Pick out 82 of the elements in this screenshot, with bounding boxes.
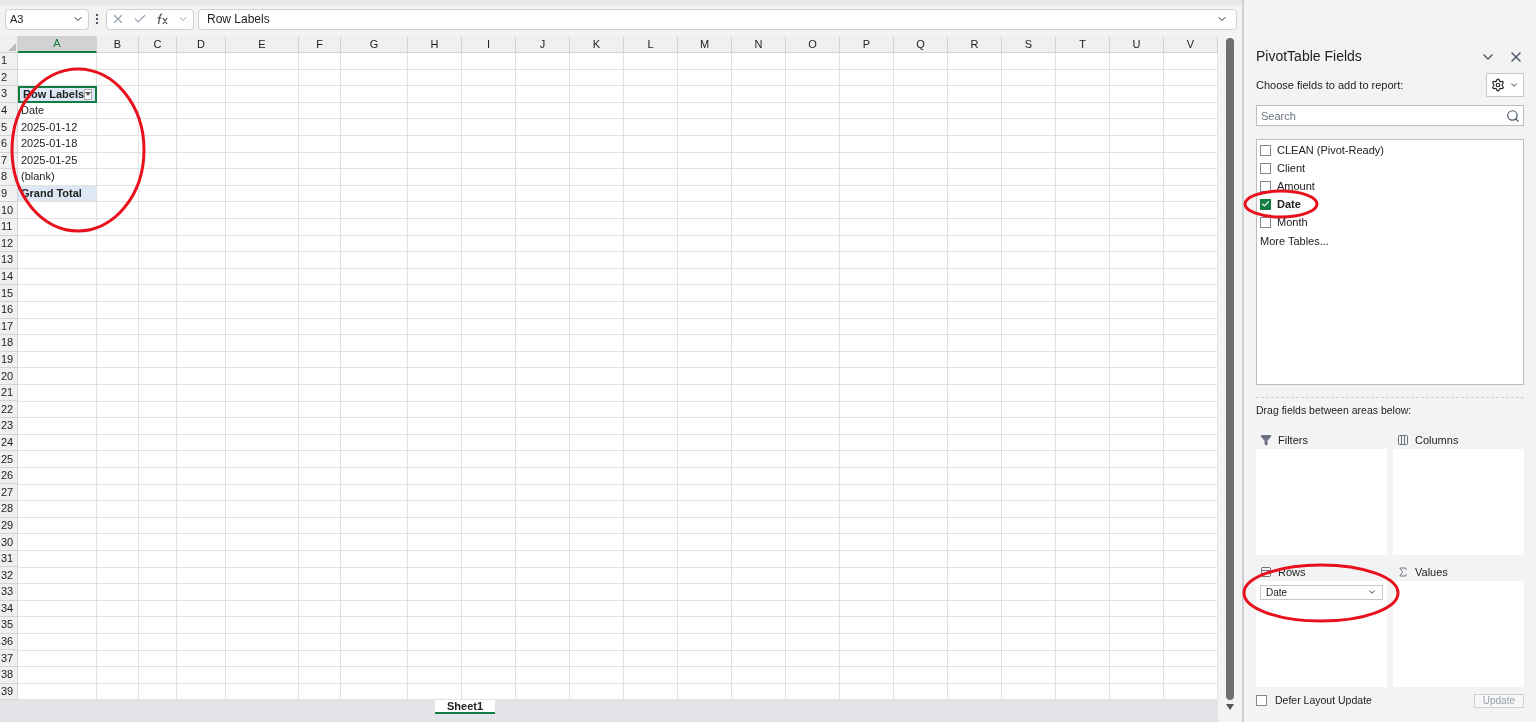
column-header[interactable]: D xyxy=(177,36,226,53)
row-header[interactable]: 18 xyxy=(0,335,18,352)
rows-icon xyxy=(1260,565,1272,578)
column-header[interactable]: A xyxy=(18,36,97,53)
sheet-tab[interactable]: Sheet1 xyxy=(435,700,496,715)
pane-title: PivotTable Fields xyxy=(1256,47,1362,66)
area-label: Columns xyxy=(1415,432,1459,448)
column-header[interactable]: B xyxy=(97,36,139,53)
field-label: Amount xyxy=(1277,178,1315,194)
pane-subtitle: Choose fields to add to report: xyxy=(1256,77,1404,93)
row-header[interactable]: 23 xyxy=(0,418,18,435)
defer-checkbox[interactable] xyxy=(1256,695,1267,707)
row-header[interactable]: 37 xyxy=(0,650,18,667)
filter-dropdown-button[interactable] xyxy=(84,89,93,100)
column-header[interactable]: U xyxy=(1110,36,1164,53)
field-label: CLEAN (Pivot-Ready) xyxy=(1277,142,1384,158)
column-header[interactable]: O xyxy=(786,36,840,53)
formula-field[interactable]: Row Labels xyxy=(198,8,1237,30)
field-checkbox[interactable] xyxy=(1260,180,1271,192)
column-header[interactable]: J xyxy=(516,36,570,53)
field-label: Month xyxy=(1277,214,1308,230)
column-header[interactable]: E xyxy=(226,36,299,53)
column-header[interactable]: C xyxy=(139,36,177,53)
vertical-scrollbar[interactable] xyxy=(1226,38,1234,700)
column-header[interactable]: H xyxy=(408,36,462,53)
column-header[interactable]: P xyxy=(840,36,894,53)
scroll-down-icon[interactable] xyxy=(1226,704,1234,710)
more-icon xyxy=(96,14,99,24)
row-header[interactable]: 35 xyxy=(0,617,18,634)
settings-icon xyxy=(1491,78,1505,92)
chevron-down-icon xyxy=(1509,80,1519,90)
field-checkbox[interactable] xyxy=(1260,162,1271,174)
drop-area[interactable]: Date xyxy=(1256,580,1387,687)
area-label: Filters xyxy=(1278,432,1308,448)
row-header[interactable]: 3 xyxy=(0,86,18,103)
row-header[interactable]: 32 xyxy=(0,567,18,584)
field-checkbox[interactable] xyxy=(1260,216,1271,228)
column-header[interactable]: L xyxy=(624,36,678,53)
column-header[interactable]: I xyxy=(462,36,516,53)
search-field[interactable]: Search xyxy=(1256,105,1524,126)
row-header[interactable]: 28 xyxy=(0,501,18,518)
more-tables-link[interactable]: More Tables... xyxy=(1260,233,1329,250)
column-header[interactable]: S xyxy=(1002,36,1056,53)
column-header[interactable]: M xyxy=(678,36,732,53)
field-checkbox[interactable] xyxy=(1260,198,1271,210)
cell-reference: A3 xyxy=(10,11,24,27)
columns-icon xyxy=(1397,433,1409,446)
corner-triangle-icon xyxy=(8,43,16,51)
name-box[interactable]: A3 xyxy=(5,8,89,30)
column-header[interactable]: R xyxy=(948,36,1002,53)
field-label: Date xyxy=(1277,196,1301,212)
function-icon[interactable] xyxy=(155,13,169,25)
field-label: Client xyxy=(1277,160,1306,176)
row-header[interactable]: 25 xyxy=(0,451,18,468)
column-header[interactable]: N xyxy=(732,36,786,53)
row-header[interactable]: 30 xyxy=(0,534,18,551)
area-field-button[interactable]: Date xyxy=(1260,584,1383,600)
row-header[interactable]: 20 xyxy=(0,368,18,385)
settings-button[interactable] xyxy=(1486,73,1524,97)
field-checkbox[interactable] xyxy=(1260,144,1271,156)
row-header[interactable]: 33 xyxy=(0,584,18,601)
row-header[interactable]: 27 xyxy=(0,484,18,502)
cancel-icon[interactable] xyxy=(111,12,125,26)
column-header[interactable]: V xyxy=(1164,36,1218,53)
check-icon xyxy=(1261,199,1270,209)
area-label: Values xyxy=(1415,564,1448,580)
filter-icon xyxy=(1260,433,1272,446)
row-header[interactable]: 10 xyxy=(0,202,18,219)
enter-icon[interactable] xyxy=(133,12,147,26)
search-icon xyxy=(1506,109,1520,123)
row-header[interactable]: 13 xyxy=(0,252,18,269)
row-header[interactable]: 15 xyxy=(0,285,18,302)
sigma-icon xyxy=(1397,565,1409,578)
row-header[interactable]: 1 xyxy=(0,53,18,70)
drag-hint: Drag fields between areas below: xyxy=(1256,403,1413,418)
column-header[interactable]: G xyxy=(341,36,408,53)
column-header[interactable]: Q xyxy=(894,36,948,53)
column-header[interactable]: T xyxy=(1056,36,1110,53)
row-header[interactable]: 22 xyxy=(0,401,18,419)
defer-label: Defer Layout Update xyxy=(1275,692,1372,708)
column-header[interactable]: F xyxy=(299,36,341,53)
column-header[interactable]: K xyxy=(570,36,624,53)
